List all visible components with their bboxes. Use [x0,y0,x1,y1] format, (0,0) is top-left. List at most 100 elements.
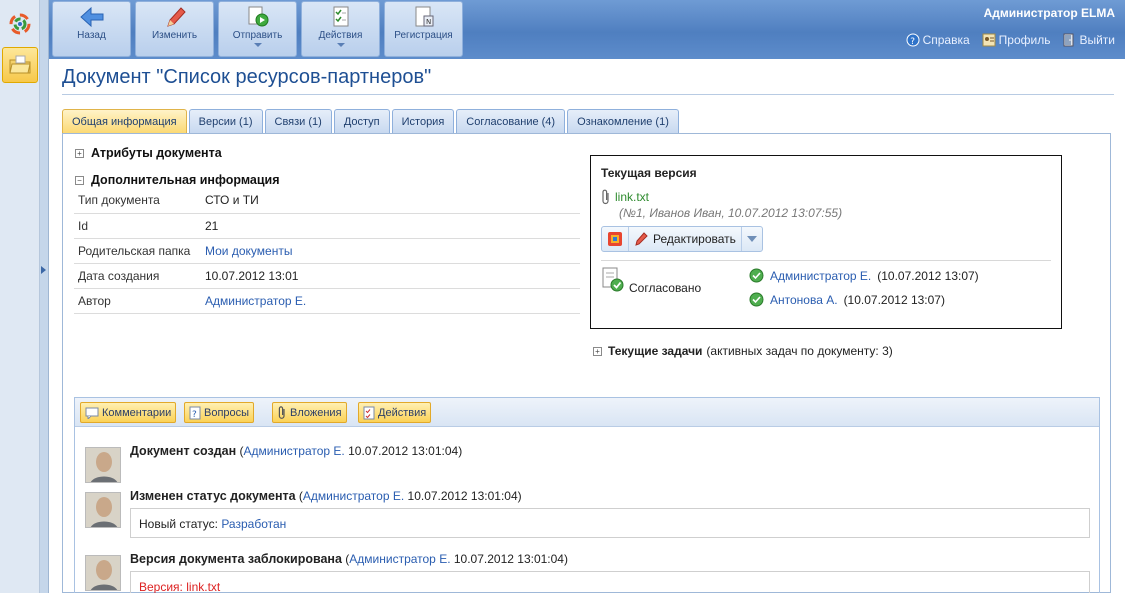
comment-icon [85,407,99,419]
help-link[interactable]: ? Справка [906,33,970,47]
entry-author-link[interactable]: Администратор Е. [349,552,450,566]
tab-versions[interactable]: Версии (1) [188,109,263,133]
author-link[interactable]: Администратор Е. [205,294,306,308]
profile-link[interactable]: Профиль [982,33,1051,47]
parent-folder-link[interactable]: Мои документы [205,244,292,258]
expand-plus-icon: + [593,346,602,356]
svg-text:?: ? [910,37,915,47]
activity-entry-header: Документ создан (Администратор Е. 10.07.… [130,444,463,458]
pencil-icon [166,7,186,27]
dropdown-arrow-icon [336,43,345,47]
collapse-minus-icon: − [75,175,84,185]
logout-label: Выйти [1079,33,1115,47]
attr-label: Родительская папка [74,238,201,264]
comments-label: Комментарии [102,406,172,419]
expand-arrow-icon [41,266,46,274]
approved-document-icon [601,267,627,296]
office-icon [608,232,622,246]
additional-section-header[interactable]: − Дополнительная информация [75,173,280,187]
paperclip-icon [602,189,609,205]
profile-icon [982,33,996,47]
logout-link[interactable]: Выйти [1062,33,1115,47]
svg-text:N: N [426,18,431,26]
approval-date: (10.07.2012 13:07) [843,292,945,307]
detail-label: Новый статус: [139,517,218,531]
current-version-title: Текущая версия [601,166,697,180]
activity-panel: Комментарии ? Вопросы Вложения Действия … [74,397,1100,593]
tab-acquaintance[interactable]: Ознакомление (1) [567,109,679,133]
version-file: link.txt [601,189,649,205]
help-icon: ? [906,33,920,47]
version-file-link[interactable]: link.txt [615,190,649,204]
svg-text:?: ? [192,410,197,420]
help-label: Справка [922,33,970,47]
approval-status: Согласовано [629,281,702,295]
attr-label: Дата создания [74,263,201,289]
office-edit-button[interactable] [602,227,629,251]
approver-link[interactable]: Антонова А. [770,293,838,307]
activity-entry-header: Изменен статус документа (Администратор … [130,489,522,503]
questions-button[interactable]: ? Вопросы [184,402,255,423]
avatar [85,555,121,591]
entry-author-link[interactable]: Администратор Е. [244,444,345,458]
tab-general-info[interactable]: Общая информация [62,109,187,134]
approver-link[interactable]: Администратор Е. [770,269,871,283]
top-toolbar: Назад Изменить Отправить Действия N Реги… [49,0,1125,59]
current-tasks-header[interactable]: + Текущие задачи (активных задач по доку… [593,344,893,358]
current-user-name[interactable]: Администратор ELMA [984,6,1115,20]
send-document-icon [248,6,268,27]
top-links: ? Справка Профиль Выйти [906,33,1115,47]
activity-actions-button[interactable]: Действия [358,402,432,423]
documents-folder-icon[interactable] [2,47,38,83]
attachments-button[interactable]: Вложения [272,402,347,423]
back-button[interactable]: Назад [52,1,131,57]
tab-links[interactable]: Связи (1) [264,109,332,133]
tab-history[interactable]: История [391,109,455,133]
version-meta: (№1, Иванов Иван, 10.07.2012 13:07:55) [619,206,843,220]
edit-button[interactable]: Изменить [135,1,214,57]
approval-row: Администратор Е. (10.07.2012 13:07) [749,268,979,283]
edit-dropdown-button[interactable] [742,227,762,251]
attr-label: Автор [74,288,201,314]
question-icon: ? [189,406,201,420]
current-tasks-title: Текущие задачи [608,344,703,358]
status-link[interactable]: Разработан [221,517,286,531]
send-button[interactable]: Отправить [218,1,297,57]
edit-version-button[interactable]: Редактировать [629,227,742,251]
check-circle-icon [749,268,764,283]
pencil-icon [635,232,648,246]
back-arrow-icon [79,6,103,28]
processes-icon[interactable] [2,6,38,42]
edit-label: Изменить [151,30,198,41]
attr-value: 21 [201,213,580,239]
entry-author-link[interactable]: Администратор Е. [303,489,404,503]
left-rail [0,0,40,593]
actions-checklist-icon [333,6,348,27]
table-row: Тип документа СТО и ТИ [74,188,580,214]
tab-approval[interactable]: Согласование (4) [456,109,566,133]
comments-button[interactable]: Комментарии [80,402,177,423]
attr-label: Id [74,213,201,239]
check-circle-icon [749,292,764,307]
activity-entry-header: Версия документа заблокирована (Админист… [130,552,568,566]
avatar [85,492,121,528]
entry-title: Версия документа заблокирована [130,552,342,566]
sidebar-collapse-handle[interactable] [40,0,49,593]
entry-date: 10.07.2012 13:01:04 [407,489,518,503]
table-row: Дата создания 10.07.2012 13:01 [74,263,580,289]
back-label: Назад [77,30,106,41]
version-file-link[interactable]: link.txt [186,580,220,593]
register-button[interactable]: N Регистрация [384,1,463,57]
attr-value: СТО и ТИ [201,188,580,214]
approval-row: Антонова А. (10.07.2012 13:07) [749,292,945,307]
tab-access[interactable]: Доступ [333,109,390,133]
attributes-section-header[interactable]: + Атрибуты документа [75,146,222,160]
attr-value: 10.07.2012 13:01 [201,263,580,289]
profile-label: Профиль [998,33,1051,47]
dropdown-arrow-icon [253,43,262,47]
actions-checklist-icon [363,406,375,419]
table-row: Id 21 [74,213,580,239]
page-title: Документ "Список ресурсов-партнеров" [62,66,432,88]
actions-button[interactable]: Действия [301,1,380,57]
send-label: Отправить [232,30,283,41]
